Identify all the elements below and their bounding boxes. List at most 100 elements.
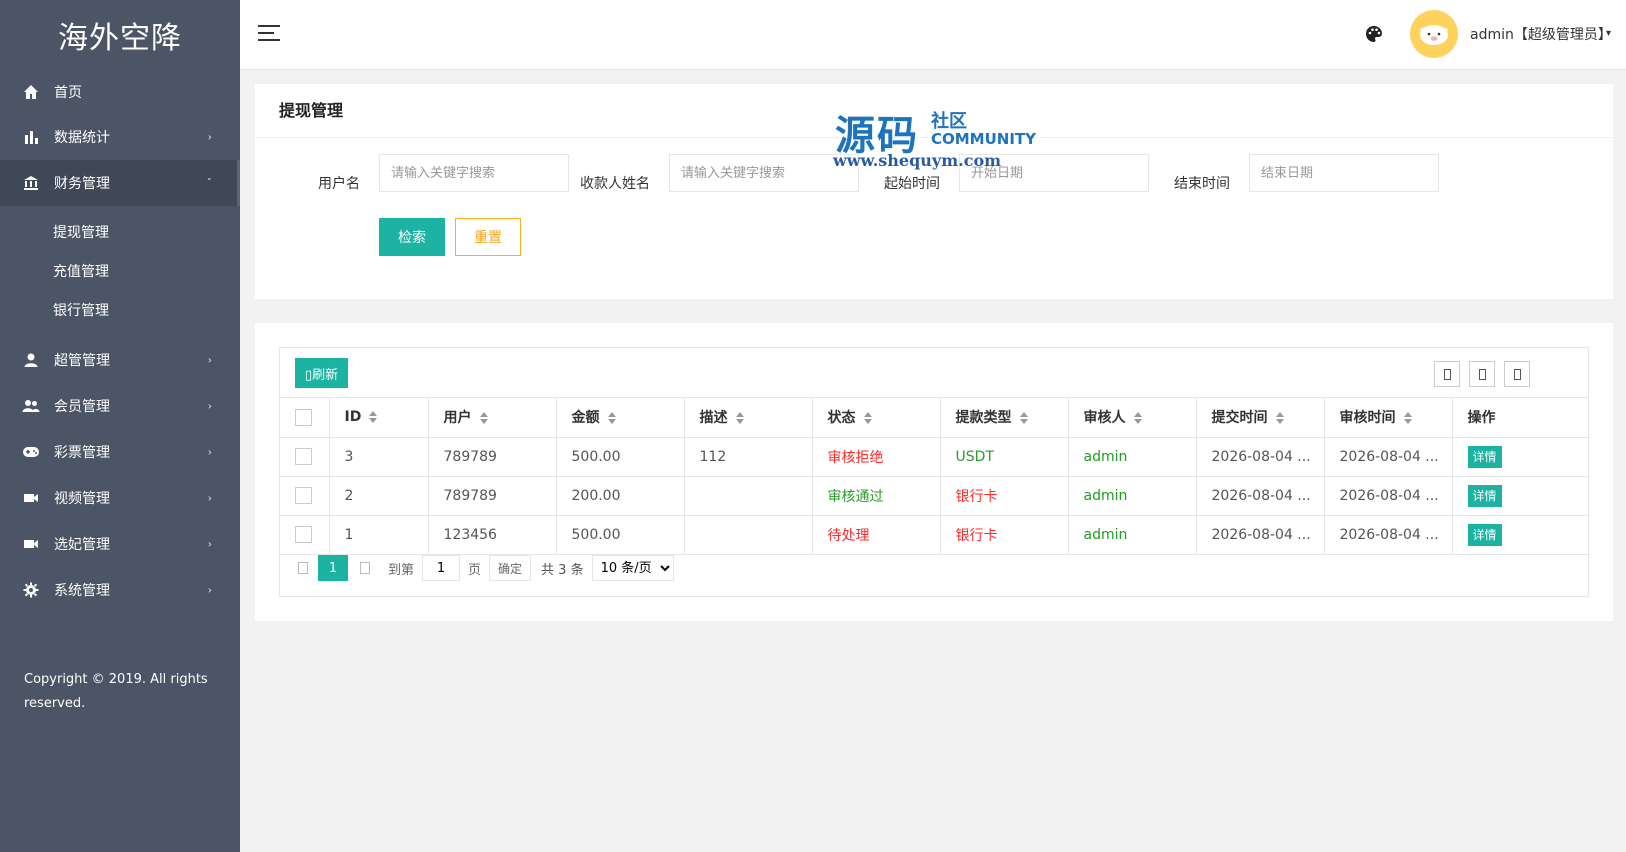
detail-button[interactable]: 详情 <box>1467 523 1502 546</box>
reset-button[interactable]: 重置 <box>455 218 521 256</box>
search-button[interactable]: 检索 <box>379 218 445 256</box>
sidebar-subitem-withdraw[interactable]: 提现管理 <box>0 212 240 251</box>
page-jump-input[interactable] <box>422 555 461 581</box>
cell-type: USDT <box>940 437 1069 477</box>
prev-page-icon[interactable] <box>298 562 308 574</box>
sidebar-item-label: 超管管理 <box>54 353 110 369</box>
row-checkbox[interactable] <box>295 448 312 465</box>
print-icon[interactable] <box>1504 361 1530 387</box>
sidebar-item-statistics[interactable]: 数据统计 › <box>0 114 240 160</box>
user-icon <box>22 351 40 369</box>
sidebar-item-lottery[interactable]: 彩票管理 › <box>0 429 240 475</box>
row-checkbox[interactable] <box>295 526 312 543</box>
col-header-desc[interactable]: 描述 <box>684 398 813 438</box>
cell-id: 2 <box>329 476 429 516</box>
sidebar: 海外空降 首页 数据统计 › 财务管理 ˇ 提现管理 充值管理 银行管理 超管管… <box>0 0 240 852</box>
select-all-checkbox[interactable] <box>295 408 312 426</box>
start-time-label: 起始时间 <box>884 176 940 192</box>
finance-submenu: 提现管理 充值管理 银行管理 <box>0 206 240 337</box>
bank-icon <box>22 174 40 192</box>
col-header-user[interactable]: 用户 <box>428 398 557 438</box>
detail-button[interactable]: 详情 <box>1467 445 1502 468</box>
sidebar-item-label: 选妃管理 <box>54 537 110 553</box>
refresh-label: 刷新 <box>312 367 339 383</box>
columns-filter-icon[interactable] <box>1434 361 1460 387</box>
sidebar-item-label: 系统管理 <box>54 583 110 599</box>
sort-icon[interactable] <box>1403 412 1412 425</box>
sidebar-item-label: 会员管理 <box>54 399 110 415</box>
video-icon <box>22 489 40 507</box>
cell-user: 789789 <box>428 476 557 516</box>
col-header-amount[interactable]: 金额 <box>556 398 685 438</box>
col-header-review-time[interactable]: 审核时间 <box>1324 398 1453 438</box>
page-title: 提现管理 <box>255 84 1613 138</box>
col-header-action: 操作 <box>1452 398 1590 438</box>
sidebar-subitem-bank[interactable]: 银行管理 <box>0 290 240 329</box>
gamepad-icon <box>22 443 40 461</box>
menu-toggle-icon[interactable] <box>258 25 280 45</box>
sidebar-item-video[interactable]: 视频管理 › <box>0 475 240 521</box>
sidebar-item-home[interactable]: 首页 <box>0 70 240 114</box>
sort-icon[interactable] <box>863 412 872 425</box>
sort-icon[interactable] <box>369 411 378 424</box>
page-confirm-button[interactable]: 确定 <box>489 555 532 581</box>
chevron-right-icon: › <box>207 445 212 459</box>
sidebar-item-finance[interactable]: 财务管理 ˇ <box>0 160 240 206</box>
start-date-input[interactable] <box>959 154 1149 192</box>
video-icon <box>22 535 40 553</box>
users-icon <box>22 397 40 415</box>
avatar[interactable] <box>1410 10 1458 58</box>
caret-down-icon[interactable]: ▾ <box>1606 28 1611 39</box>
end-date-input[interactable] <box>1249 154 1439 192</box>
sidebar-item-system[interactable]: 系统管理 › <box>0 567 240 613</box>
col-header-reviewer[interactable]: 审核人 <box>1068 398 1197 438</box>
cell-id: 3 <box>329 437 429 477</box>
sort-icon[interactable] <box>479 412 488 425</box>
sort-icon[interactable] <box>1133 412 1142 425</box>
refresh-button[interactable]: ▯刷新 <box>295 358 349 388</box>
bar-chart-icon <box>22 128 40 146</box>
sort-icon[interactable] <box>1275 412 1284 425</box>
pagination: 1 到第 页 确定 共 3 条 10 条/页 <box>280 548 1588 588</box>
sidebar-item-label: 数据统计 <box>54 130 110 146</box>
user-menu[interactable]: admin【超级管理员】 <box>1470 24 1612 44</box>
topbar: admin【超级管理员】 ▾ <box>240 0 1626 70</box>
sidebar-item-concubine[interactable]: 选妃管理 › <box>0 521 240 567</box>
sidebar-item-super-admin[interactable]: 超管管理 › <box>0 337 240 383</box>
sidebar-item-label: 财务管理 <box>54 176 110 192</box>
copyright-text: Copyright © 2019. All rights reserved. <box>24 672 208 711</box>
sort-icon[interactable] <box>607 412 616 425</box>
sort-icon[interactable] <box>735 412 744 425</box>
col-header-type[interactable]: 提款类型 <box>940 398 1069 438</box>
row-checkbox[interactable] <box>295 487 312 504</box>
payee-input[interactable] <box>669 154 859 192</box>
export-icon[interactable] <box>1469 361 1495 387</box>
payee-label: 收款人姓名 <box>580 176 650 192</box>
sidebar-item-label: 首页 <box>54 85 82 101</box>
next-page-icon[interactable] <box>360 562 370 574</box>
sidebar-item-label: 视频管理 <box>54 491 110 507</box>
detail-button[interactable]: 详情 <box>1467 484 1502 507</box>
chevron-down-icon: ˇ <box>206 176 213 190</box>
current-page[interactable]: 1 <box>318 555 348 581</box>
palette-icon[interactable] <box>1364 24 1384 44</box>
username-input[interactable] <box>379 154 569 192</box>
sidebar-subitem-recharge[interactable]: 充值管理 <box>0 251 240 290</box>
filter-card: 提现管理 用户名 收款人姓名 起始时间 结束时间 检索 重置 <box>255 84 1613 299</box>
sort-icon[interactable] <box>1019 412 1028 425</box>
cell-review-time: 2026-08-04 ... <box>1324 476 1453 516</box>
sidebar-item-members[interactable]: 会员管理 › <box>0 383 240 429</box>
cell-status: 审核拒绝 <box>812 437 941 477</box>
col-header-submit-time[interactable]: 提交时间 <box>1196 398 1325 438</box>
page-size-select[interactable]: 10 条/页 <box>591 555 674 581</box>
cell-user: 789789 <box>428 437 557 477</box>
chevron-right-icon: › <box>207 537 212 551</box>
data-table-wrapper: ▯刷新 ID 用户 金额 描述 状态 提款类型 审核人 提交时间 审核时间 操作… <box>279 347 1590 597</box>
col-header-status[interactable]: 状态 <box>812 398 941 438</box>
col-header-id[interactable]: ID <box>329 398 429 438</box>
goto-label: 到第 <box>388 562 415 578</box>
page-unit-label: 页 <box>468 562 482 578</box>
home-icon <box>22 83 40 101</box>
select-all-checkbox-cell[interactable] <box>280 398 330 438</box>
table-toolbar: ▯刷新 <box>280 348 1588 398</box>
